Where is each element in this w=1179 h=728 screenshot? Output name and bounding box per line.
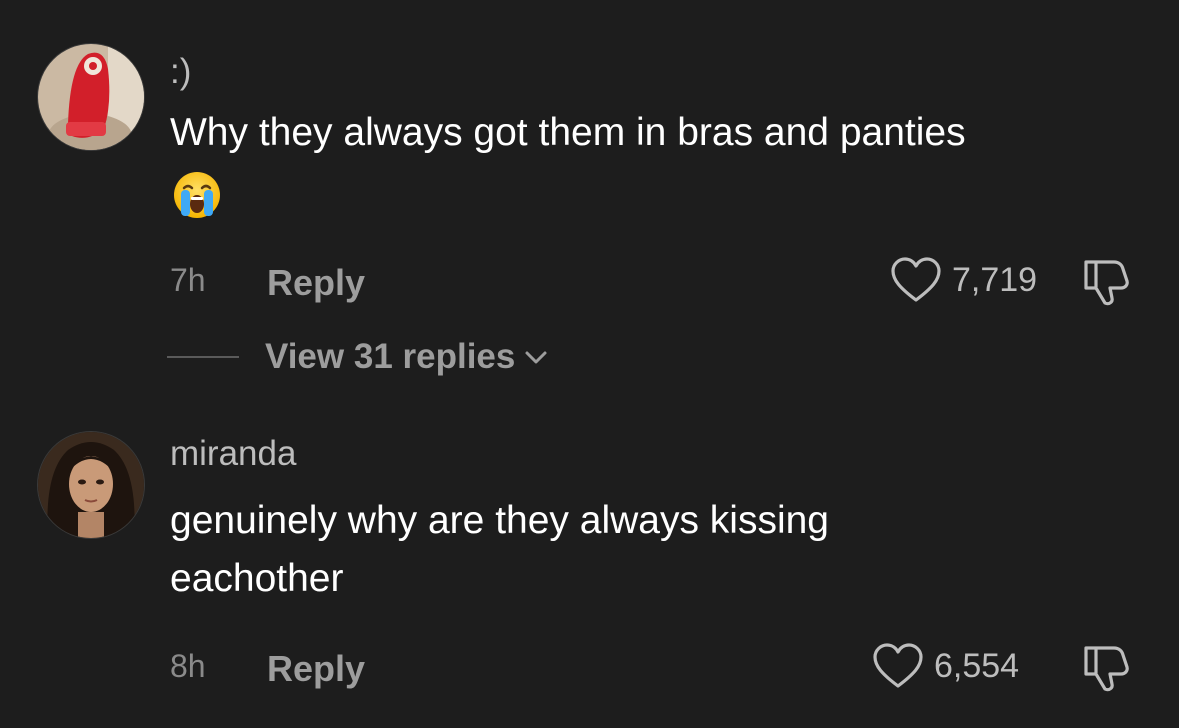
like-button[interactable]: 6,554: [872, 642, 1019, 690]
loudly-crying-face-icon: [174, 172, 220, 218]
comment-username[interactable]: :): [170, 52, 191, 92]
avatar-image: [38, 44, 144, 150]
like-count: 7,719: [952, 260, 1038, 299]
avatar[interactable]: [37, 431, 145, 539]
like-count: 6,554: [934, 646, 1020, 685]
avatar[interactable]: [37, 43, 145, 151]
view-replies-button[interactable]: View 31 replies: [167, 337, 553, 377]
reply-button[interactable]: Reply: [267, 648, 365, 690]
comment-text: genuinely why are they always kissing ea…: [170, 499, 830, 600]
dislike-button[interactable]: [1078, 254, 1134, 310]
comment-timestamp: 7h: [170, 262, 206, 298]
comment-username[interactable]: miranda: [170, 434, 296, 474]
reply-button[interactable]: Reply: [267, 262, 365, 304]
heart-icon: [891, 257, 941, 302]
comment-item: miranda genuinely why are they always ki…: [0, 410, 1179, 728]
thumbs-down-icon: [1084, 646, 1129, 692]
dislike-button[interactable]: [1078, 640, 1134, 696]
avatar-image: [38, 432, 144, 538]
heart-icon: [873, 643, 923, 688]
comment-item: :) Why they always got them in bras and …: [0, 0, 1179, 400]
chevron-down-icon: [525, 351, 547, 364]
divider-line: [167, 356, 239, 358]
like-button[interactable]: 7,719: [890, 256, 1037, 304]
comment-text: Why they always got them in bras and pan…: [170, 111, 966, 154]
thumbs-down-icon: [1084, 260, 1129, 306]
comment-timestamp: 8h: [170, 648, 206, 684]
view-replies-label: View 31 replies: [265, 337, 516, 376]
